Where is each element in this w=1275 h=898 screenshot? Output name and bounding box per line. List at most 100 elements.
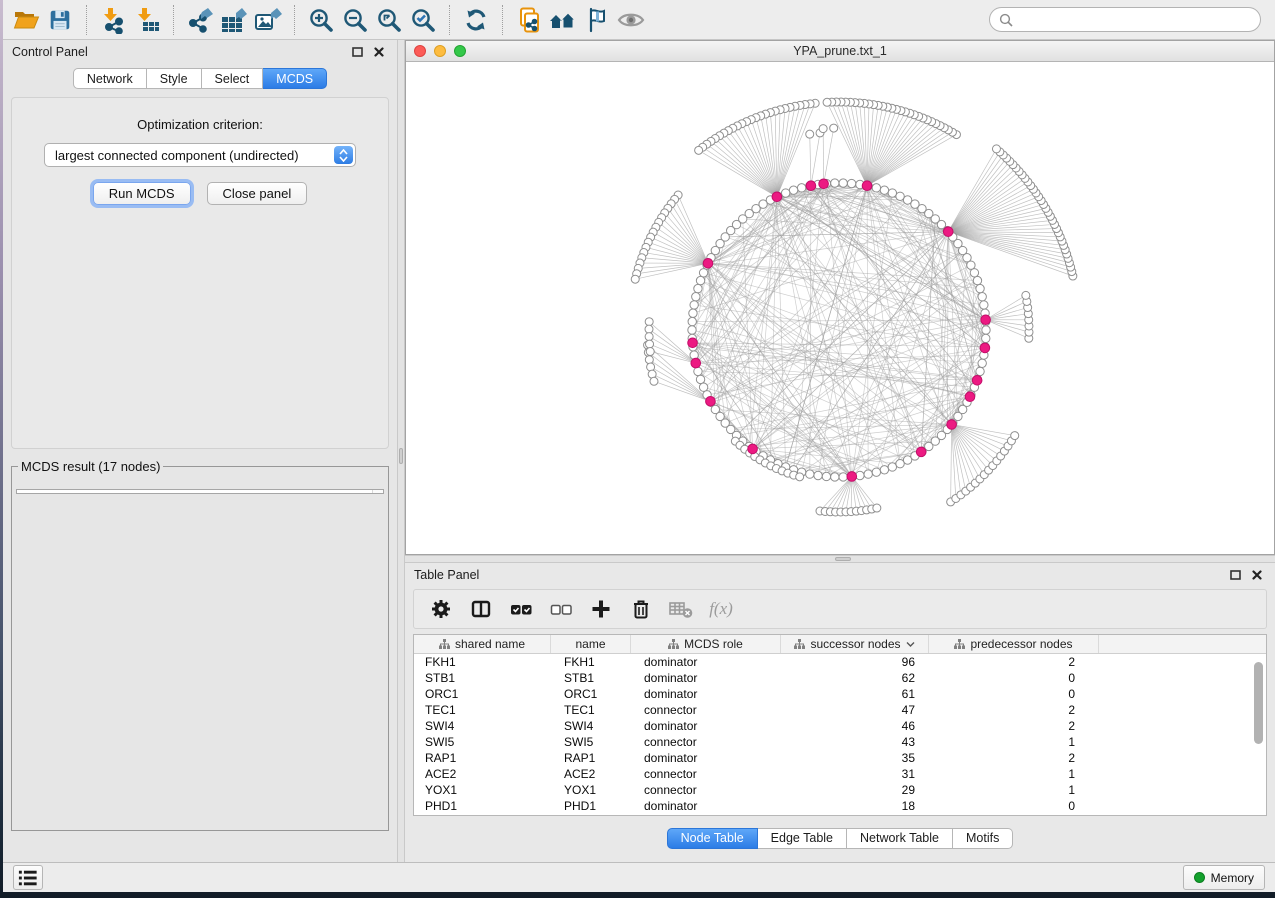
table-row[interactable]: STB1STB1dominator620 — [414, 670, 1266, 686]
new-network-from-selection-button[interactable] — [512, 4, 546, 36]
delete-column-button[interactable] — [626, 594, 656, 624]
refresh-button[interactable] — [459, 4, 493, 36]
table-row[interactable]: SWI4SWI4dominator462 — [414, 718, 1266, 734]
table-cell: 0 — [929, 799, 1099, 813]
table-cell: YOX1 — [551, 783, 631, 797]
vertical-splitter[interactable] — [397, 40, 405, 862]
table-row[interactable]: YOX1YOX1connector291 — [414, 782, 1266, 798]
memory-button[interactable]: Memory — [1183, 865, 1265, 890]
splitter-handle[interactable] — [835, 557, 851, 561]
node-table: shared name name MCDS role successor nod… — [413, 634, 1267, 816]
optimization-criterion-select[interactable]: largest connected component (undirected) — [44, 143, 356, 167]
show-column-panel-button[interactable] — [466, 594, 496, 624]
table-scrollbar-thumb[interactable] — [1254, 662, 1263, 744]
table-toolbar: f(x) — [413, 589, 1267, 629]
float-table-panel-button[interactable] — [1226, 567, 1244, 583]
table-cell: STB1 — [551, 671, 631, 685]
table-row[interactable]: PHD1PHD1dominator180 — [414, 798, 1266, 814]
float-panel-button[interactable] — [348, 44, 366, 60]
network-graph[interactable] — [406, 62, 1274, 554]
select-all-columns-button[interactable] — [506, 594, 536, 624]
export-network-button[interactable] — [183, 4, 217, 36]
table-row[interactable]: RAP1RAP1dominator352 — [414, 750, 1266, 766]
task-history-button[interactable] — [13, 865, 43, 890]
zoom-in-icon — [307, 6, 335, 34]
column-header-mcds-role[interactable]: MCDS role — [631, 635, 781, 653]
search-icon — [999, 13, 1013, 27]
status-bar: Memory — [3, 862, 1275, 892]
zoom-in-button[interactable] — [304, 4, 338, 36]
mcds-result-list[interactable]: PHD1CAR1STP4TID3YOX1SWI4SRD1PMA2FKH1ACE2… — [16, 489, 384, 494]
zoom-out-button[interactable] — [338, 4, 372, 36]
tab-select[interactable]: Select — [202, 68, 264, 89]
window-zoom-traffic-light[interactable] — [454, 45, 466, 57]
zoom-selected-button[interactable] — [406, 4, 440, 36]
save-session-button[interactable] — [43, 4, 77, 36]
show-all-button[interactable] — [614, 4, 648, 36]
create-column-button[interactable] — [586, 594, 616, 624]
table-cell: ACE2 — [551, 767, 631, 781]
optimization-criterion-value: largest connected component (undirected) — [55, 148, 299, 163]
mcds-result-title: MCDS result (17 nodes) — [18, 459, 163, 474]
open-session-button[interactable] — [9, 4, 43, 36]
zoom-fit-button[interactable] — [372, 4, 406, 36]
splitter-handle[interactable] — [399, 448, 403, 464]
horizontal-splitter[interactable] — [405, 555, 1275, 563]
table-cell: FKH1 — [551, 655, 631, 669]
tab-edge-table[interactable]: Edge Table — [758, 828, 847, 849]
table-cell: connector — [631, 735, 781, 749]
table-row[interactable]: ORC1ORC1dominator610 — [414, 686, 1266, 702]
function-builder-button[interactable]: f(x) — [706, 594, 736, 624]
unselect-all-columns-button[interactable] — [546, 594, 576, 624]
table-cell: 46 — [781, 719, 929, 733]
search-input[interactable] — [1019, 10, 1250, 30]
import-table-button[interactable] — [130, 4, 164, 36]
control-panel-tabs: Network Style Select MCDS — [3, 64, 397, 93]
delete-table-icon — [668, 598, 694, 620]
table-settings-button[interactable] — [426, 594, 456, 624]
window-minimize-traffic-light[interactable] — [434, 45, 446, 57]
export-table-button[interactable] — [217, 4, 251, 36]
table-cell: 2 — [929, 751, 1099, 765]
column-namespace-icon — [794, 639, 805, 649]
columns-icon — [470, 598, 492, 620]
delete-table-button[interactable] — [666, 594, 696, 624]
close-panel-mcds-button[interactable]: Close panel — [207, 182, 308, 205]
list-scrollbar-track[interactable] — [372, 490, 383, 493]
table-row[interactable]: TEC1TEC1connector472 — [414, 702, 1266, 718]
network-canvas[interactable] — [406, 62, 1274, 554]
table-cell: dominator — [631, 751, 781, 765]
close-table-panel-button[interactable] — [1248, 567, 1266, 583]
close-panel-button[interactable] — [370, 44, 388, 60]
table-cell: RAP1 — [414, 751, 551, 765]
control-panel-header: Control Panel — [3, 40, 397, 64]
window-close-traffic-light[interactable] — [414, 45, 426, 57]
tab-network-table[interactable]: Network Table — [847, 828, 953, 849]
search-box[interactable] — [989, 7, 1261, 32]
table-row[interactable]: FKH1FKH1dominator962 — [414, 654, 1266, 670]
table-cell: 62 — [781, 671, 929, 685]
column-header-successor-nodes[interactable]: successor nodes — [781, 635, 929, 653]
network-view-window: YPA_prune.txt_1 — [405, 40, 1275, 555]
network-window-titlebar[interactable]: YPA_prune.txt_1 — [406, 41, 1274, 62]
table-cell: STB1 — [414, 671, 551, 685]
first-neighbors-button[interactable] — [546, 4, 580, 36]
import-network-button[interactable] — [96, 4, 130, 36]
column-header-name[interactable]: name — [551, 635, 631, 653]
tab-style[interactable]: Style — [147, 68, 202, 89]
tab-motifs[interactable]: Motifs — [953, 828, 1013, 849]
table-row[interactable]: ACE2ACE2connector311 — [414, 766, 1266, 782]
mcds-result-item[interactable]: PHD1 — [24, 493, 383, 494]
column-label: MCDS role — [684, 637, 743, 651]
tab-node-table[interactable]: Node Table — [667, 828, 758, 849]
table-row[interactable]: SWI5SWI5connector431 — [414, 734, 1266, 750]
export-image-icon — [253, 6, 283, 34]
table-cell: 2 — [929, 719, 1099, 733]
column-header-shared-name[interactable]: shared name — [414, 635, 551, 653]
hide-selected-button[interactable] — [580, 4, 614, 36]
column-header-predecessor-nodes[interactable]: predecessor nodes — [929, 635, 1099, 653]
tab-network[interactable]: Network — [73, 68, 147, 89]
export-image-button[interactable] — [251, 4, 285, 36]
tab-mcds[interactable]: MCDS — [263, 68, 327, 89]
run-mcds-button[interactable]: Run MCDS — [93, 182, 191, 205]
